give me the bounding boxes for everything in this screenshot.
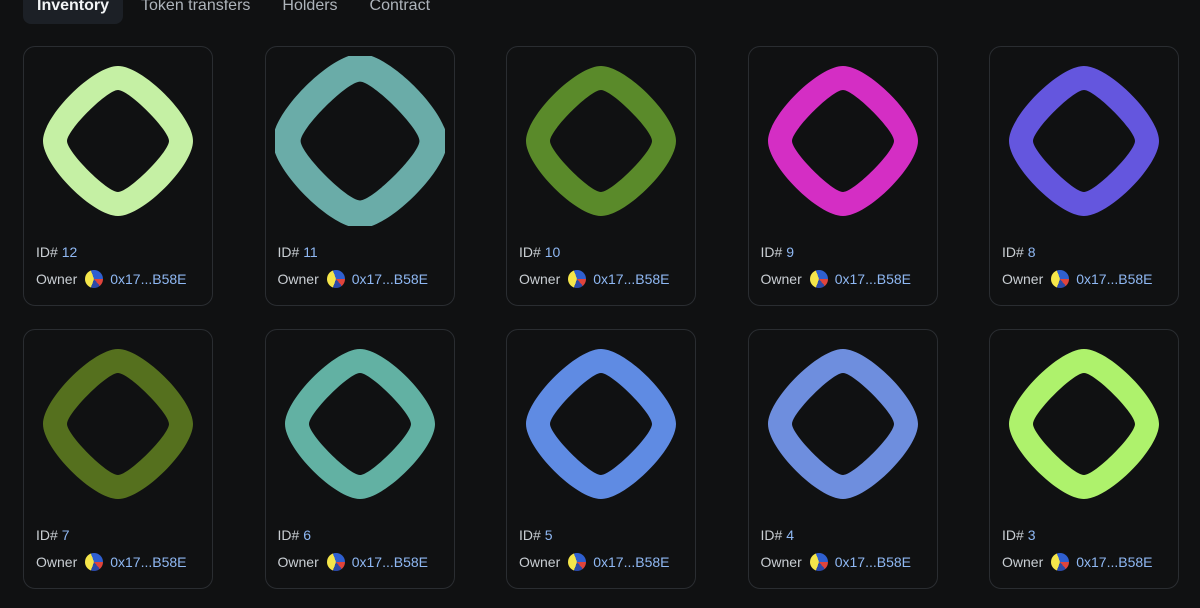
token-id-prefix: ID#: [760, 244, 783, 260]
token-owner: Owner 0x17...B58E: [277, 269, 428, 289]
owner-avatar-icon: [326, 553, 345, 571]
owner-label: Owner: [1002, 554, 1044, 570]
token-id-number[interactable]: 9: [786, 244, 794, 260]
owner-avatar-icon: [1051, 553, 1070, 571]
token-id-prefix: ID#: [1002, 244, 1024, 260]
owner-label: Owner: [36, 554, 78, 570]
owner-label: Owner: [519, 271, 561, 287]
owner-address-link[interactable]: 0x17...B58E: [352, 554, 428, 570]
token-id: ID# 7: [36, 527, 69, 543]
token-owner: Owner 0x17...B58E: [1002, 269, 1153, 289]
token-card[interactable]: ID# 3 Owner 0x17...B58E: [989, 329, 1179, 589]
token-card[interactable]: ID# 12 Owner 0x17...B58E: [23, 46, 213, 306]
owner-avatar-icon: [85, 553, 104, 571]
owner-address-link[interactable]: 0x17...B58E: [835, 271, 911, 287]
token-owner: Owner 0x17...B58E: [36, 552, 187, 572]
token-owner: Owner 0x17...B58E: [36, 269, 187, 289]
owner-avatar-icon: [1051, 270, 1070, 288]
token-owner: Owner 0x17...B58E: [519, 552, 670, 572]
token-owner: Owner 0x17...B58E: [760, 552, 911, 572]
owner-label: Owner: [760, 554, 802, 570]
token-id-number[interactable]: 3: [1028, 527, 1036, 543]
token-id: ID# 4: [761, 527, 794, 543]
token-card[interactable]: ID# 10 Owner 0x17...B58E: [506, 46, 696, 306]
owner-avatar-icon: [809, 553, 828, 571]
token-image[interactable]: [275, 339, 445, 509]
token-card[interactable]: ID# 6 Owner 0x17...B58E: [264, 329, 455, 589]
token-id-prefix: ID#: [277, 527, 300, 543]
owner-label: Owner: [277, 554, 319, 570]
tab-contract[interactable]: Contract: [356, 0, 444, 24]
token-card[interactable]: ID# 7 Owner 0x17...B58E: [23, 329, 213, 589]
token-id-number[interactable]: 4: [786, 527, 794, 543]
owner-address-link[interactable]: 0x17...B58E: [110, 271, 186, 287]
token-id-number[interactable]: 12: [62, 244, 78, 260]
tab-inventory[interactable]: Inventory: [23, 0, 124, 24]
owner-label: Owner: [519, 554, 561, 570]
token-image[interactable]: [33, 56, 203, 226]
token-card[interactable]: ID# 8 Owner 0x17...B58E: [989, 46, 1179, 306]
tab-holders[interactable]: Holders: [268, 0, 351, 24]
owner-address-link[interactable]: 0x17...B58E: [593, 554, 669, 570]
token-id: ID# 5: [519, 527, 552, 543]
token-id-number[interactable]: 7: [62, 527, 70, 543]
token-id-prefix: ID#: [36, 244, 58, 260]
token-owner: Owner 0x17...B58E: [760, 269, 911, 289]
owner-avatar-icon: [568, 553, 587, 571]
token-id-number[interactable]: 11: [303, 244, 318, 260]
token-id-number[interactable]: 8: [1028, 244, 1036, 260]
inventory-grid: ID# 12 Owner 0x17...B58E ID# 11 Owner 0x17...…: [23, 46, 1179, 589]
token-id-prefix: ID#: [519, 527, 541, 543]
owner-label: Owner: [36, 271, 78, 287]
owner-address-link[interactable]: 0x17...B58E: [1076, 554, 1152, 570]
owner-label: Owner: [760, 271, 802, 287]
owner-label: Owner: [1002, 271, 1044, 287]
owner-address-link[interactable]: 0x17...B58E: [1076, 271, 1152, 287]
token-id-number[interactable]: 6: [303, 527, 311, 543]
token-id-prefix: ID#: [277, 244, 300, 260]
token-image[interactable]: [758, 339, 928, 509]
owner-address-link[interactable]: 0x17...B58E: [352, 271, 428, 287]
token-id-number[interactable]: 5: [545, 527, 553, 543]
token-id: ID# 8: [1002, 244, 1035, 260]
token-id-prefix: ID#: [519, 244, 541, 260]
owner-avatar-icon: [85, 270, 104, 288]
token-id: ID# 10: [519, 244, 560, 260]
token-id-prefix: ID#: [36, 527, 58, 543]
token-id-prefix: ID#: [1002, 527, 1024, 543]
token-image[interactable]: [516, 339, 686, 509]
owner-address-link[interactable]: 0x17...B58E: [110, 554, 186, 570]
owner-avatar-icon: [809, 270, 828, 288]
token-image[interactable]: [758, 56, 928, 226]
token-card[interactable]: ID# 5 Owner 0x17...B58E: [506, 329, 696, 589]
token-image[interactable]: [33, 339, 203, 509]
owner-avatar-icon: [568, 270, 587, 288]
token-card[interactable]: ID# 4 Owner 0x17...B58E: [747, 329, 938, 589]
token-card[interactable]: ID# 9 Owner 0x17...B58E: [747, 46, 938, 306]
token-id: ID# 6: [278, 527, 311, 543]
token-image[interactable]: [274, 56, 445, 226]
owner-address-link[interactable]: 0x17...B58E: [593, 271, 669, 287]
token-id-number[interactable]: 10: [545, 244, 561, 260]
token-id: ID# 11: [278, 244, 318, 260]
token-owner: Owner 0x17...B58E: [1002, 552, 1153, 572]
token-image[interactable]: [999, 339, 1169, 509]
token-id: ID# 3: [1002, 527, 1035, 543]
token-image[interactable]: [999, 56, 1169, 226]
token-id-prefix: ID#: [760, 527, 783, 543]
token-card[interactable]: ID# 11 Owner 0x17...B58E: [264, 46, 455, 306]
tab-token-transfers[interactable]: Token transfers: [127, 0, 264, 24]
token-id: ID# 9: [761, 244, 794, 260]
owner-avatar-icon: [326, 270, 345, 288]
token-owner: Owner 0x17...B58E: [277, 552, 428, 572]
token-id: ID# 12: [36, 244, 77, 260]
token-image[interactable]: [516, 56, 686, 226]
owner-label: Owner: [277, 271, 319, 287]
tab-bar: Inventory Token transfers Holders Contra…: [23, 0, 444, 24]
owner-address-link[interactable]: 0x17...B58E: [835, 554, 911, 570]
token-owner: Owner 0x17...B58E: [519, 269, 670, 289]
